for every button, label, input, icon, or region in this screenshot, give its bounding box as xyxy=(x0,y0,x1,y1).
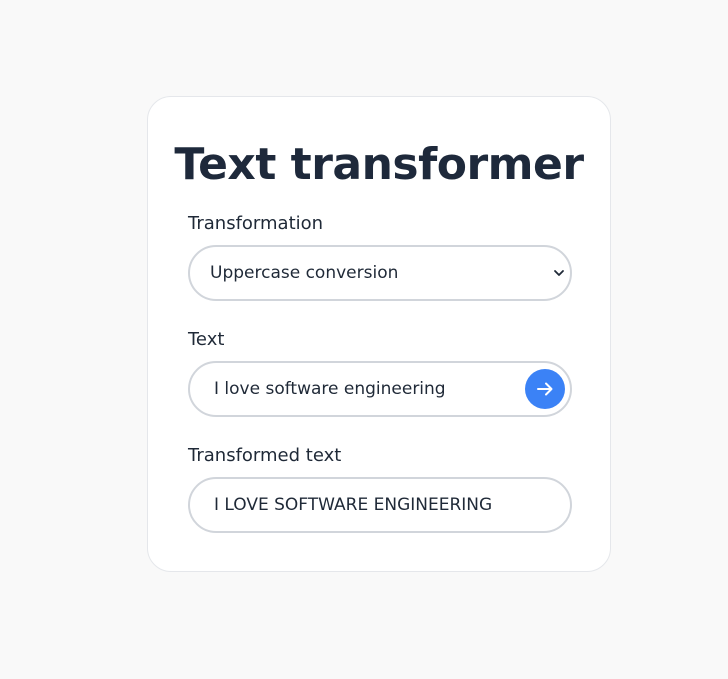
transform-submit-button[interactable] xyxy=(525,369,565,409)
transformed-text-label: Transformed text xyxy=(188,445,342,466)
text-input-value: I love software engineering xyxy=(214,379,446,399)
text-label: Text xyxy=(188,329,225,350)
text-input[interactable]: I love software engineering xyxy=(188,361,572,417)
transformer-card: Text transformer Transformation Uppercas… xyxy=(147,96,611,572)
chevron-down-icon xyxy=(554,270,564,276)
arrow-right-icon xyxy=(537,382,553,396)
transformation-selected-value: Uppercase conversion xyxy=(210,263,399,283)
transformed-text-value: I LOVE SOFTWARE ENGINEERING xyxy=(214,495,493,515)
transformation-select[interactable]: Uppercase conversion xyxy=(188,245,572,301)
transformation-label: Transformation xyxy=(188,213,324,234)
transformed-text-output[interactable]: I LOVE SOFTWARE ENGINEERING xyxy=(188,477,572,533)
page-title: Text transformer xyxy=(174,139,584,190)
